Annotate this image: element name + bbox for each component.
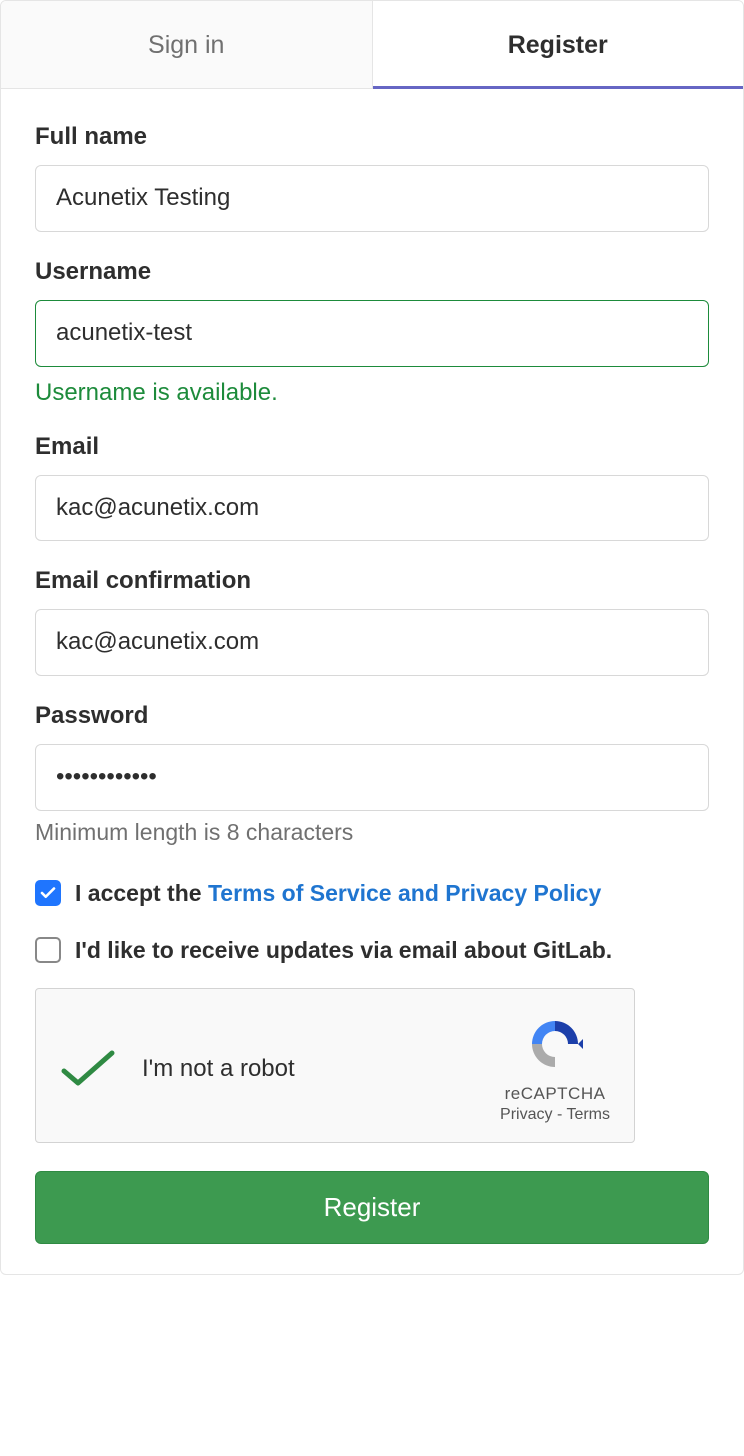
auth-panel: Sign in Register Full name Username User…: [0, 0, 744, 1275]
fullname-input[interactable]: [35, 165, 709, 232]
register-form: Full name Username Username is available…: [1, 89, 743, 1274]
email-label: Email: [35, 433, 709, 461]
recaptcha-privacy-link[interactable]: Privacy: [500, 1106, 552, 1123]
recaptcha-left: I'm not a robot: [60, 1049, 295, 1089]
recaptcha-widget[interactable]: I'm not a robot reCAPTCHA Privacy - Term…: [35, 988, 635, 1143]
username-status: Username is available.: [35, 379, 709, 407]
terms-label: I accept the Terms of Service and Privac…: [75, 880, 601, 907]
fullname-label: Full name: [35, 123, 709, 151]
recaptcha-icon: [522, 1015, 588, 1073]
email-input[interactable]: [35, 475, 709, 542]
field-fullname: Full name: [35, 123, 709, 232]
updates-label: I'd like to receive updates via email ab…: [75, 937, 612, 964]
register-button[interactable]: Register: [35, 1171, 709, 1244]
updates-checkbox[interactable]: [35, 937, 61, 963]
username-input[interactable]: [35, 300, 709, 367]
recaptcha-terms-link[interactable]: Terms: [566, 1106, 610, 1123]
field-username: Username Username is available.: [35, 258, 709, 407]
check-icon: [39, 884, 57, 902]
recaptcha-brand: reCAPTCHA: [500, 1084, 610, 1104]
field-email-confirm: Email confirmation: [35, 567, 709, 676]
email-confirm-label: Email confirmation: [35, 567, 709, 595]
field-password: Password Minimum length is 8 characters: [35, 702, 709, 846]
terms-row: I accept the Terms of Service and Privac…: [35, 880, 709, 907]
username-label: Username: [35, 258, 709, 286]
terms-link[interactable]: Terms of Service and Privacy Policy: [208, 880, 601, 906]
email-confirm-input[interactable]: [35, 609, 709, 676]
recaptcha-sep: -: [553, 1106, 567, 1123]
checkmark-icon: [60, 1049, 116, 1089]
tab-signin-label: Sign in: [148, 31, 224, 59]
auth-tabs: Sign in Register: [1, 1, 743, 89]
tab-signin[interactable]: Sign in: [1, 1, 373, 88]
updates-row: I'd like to receive updates via email ab…: [35, 937, 709, 964]
password-input[interactable]: [35, 744, 709, 811]
field-email: Email: [35, 433, 709, 542]
recaptcha-label: I'm not a robot: [142, 1055, 295, 1083]
tab-register[interactable]: Register: [373, 1, 744, 88]
terms-checkbox[interactable]: [35, 880, 61, 906]
recaptcha-links: Privacy - Terms: [500, 1106, 610, 1124]
password-hint: Minimum length is 8 characters: [35, 819, 709, 846]
tab-register-label: Register: [508, 31, 608, 59]
terms-prefix: I accept the: [75, 880, 208, 906]
recaptcha-right: reCAPTCHA Privacy - Terms: [500, 1015, 610, 1124]
password-label: Password: [35, 702, 709, 730]
